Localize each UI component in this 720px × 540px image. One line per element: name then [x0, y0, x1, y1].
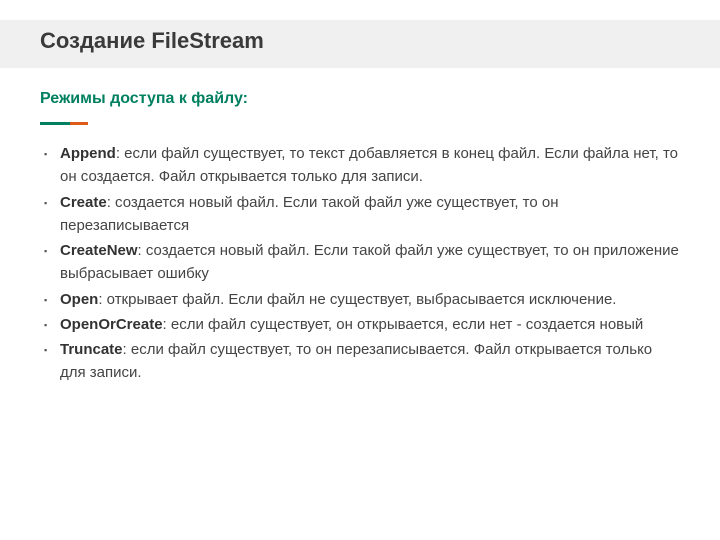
mode-desc: : открывает файл. Если файл не существуе…: [98, 291, 616, 308]
list-item: Create: создается новый файл. Если такой…: [40, 191, 680, 238]
list-item: Append: если файл существует, то текст д…: [40, 142, 680, 189]
mode-term: CreateNew: [60, 242, 138, 259]
accent-seg-orange: [70, 122, 88, 125]
mode-term: Append: [60, 145, 116, 162]
accent-seg-green: [40, 122, 70, 125]
list-item: Truncate: если файл существует, то он пе…: [40, 338, 680, 385]
list-item: OpenOrCreate: если файл существует, он о…: [40, 313, 680, 336]
list-item: Open: открывает файл. Если файл не сущес…: [40, 288, 680, 311]
mode-desc: : создается новый файл. Если такой файл …: [60, 194, 559, 234]
mode-desc: : если файл существует, то он перезаписы…: [60, 341, 652, 381]
mode-desc: : если файл существует, он открывается, …: [163, 316, 644, 333]
mode-term: Open: [60, 291, 98, 308]
mode-term: OpenOrCreate: [60, 316, 163, 333]
subtitle: Режимы доступа к файлу:: [40, 90, 680, 108]
title-bar: Создание FileStream: [0, 20, 720, 68]
mode-desc: : создается новый файл. Если такой файл …: [60, 242, 679, 282]
mode-term: Truncate: [60, 341, 123, 358]
mode-desc: : если файл существует, то текст добавля…: [60, 145, 678, 185]
modes-list: Append: если файл существует, то текст д…: [40, 142, 680, 385]
list-item: CreateNew: создается новый файл. Если та…: [40, 239, 680, 286]
page-title: Создание FileStream: [40, 28, 680, 54]
slide: Создание FileStream Режимы доступа к фай…: [0, 0, 720, 540]
mode-term: Create: [60, 194, 107, 211]
